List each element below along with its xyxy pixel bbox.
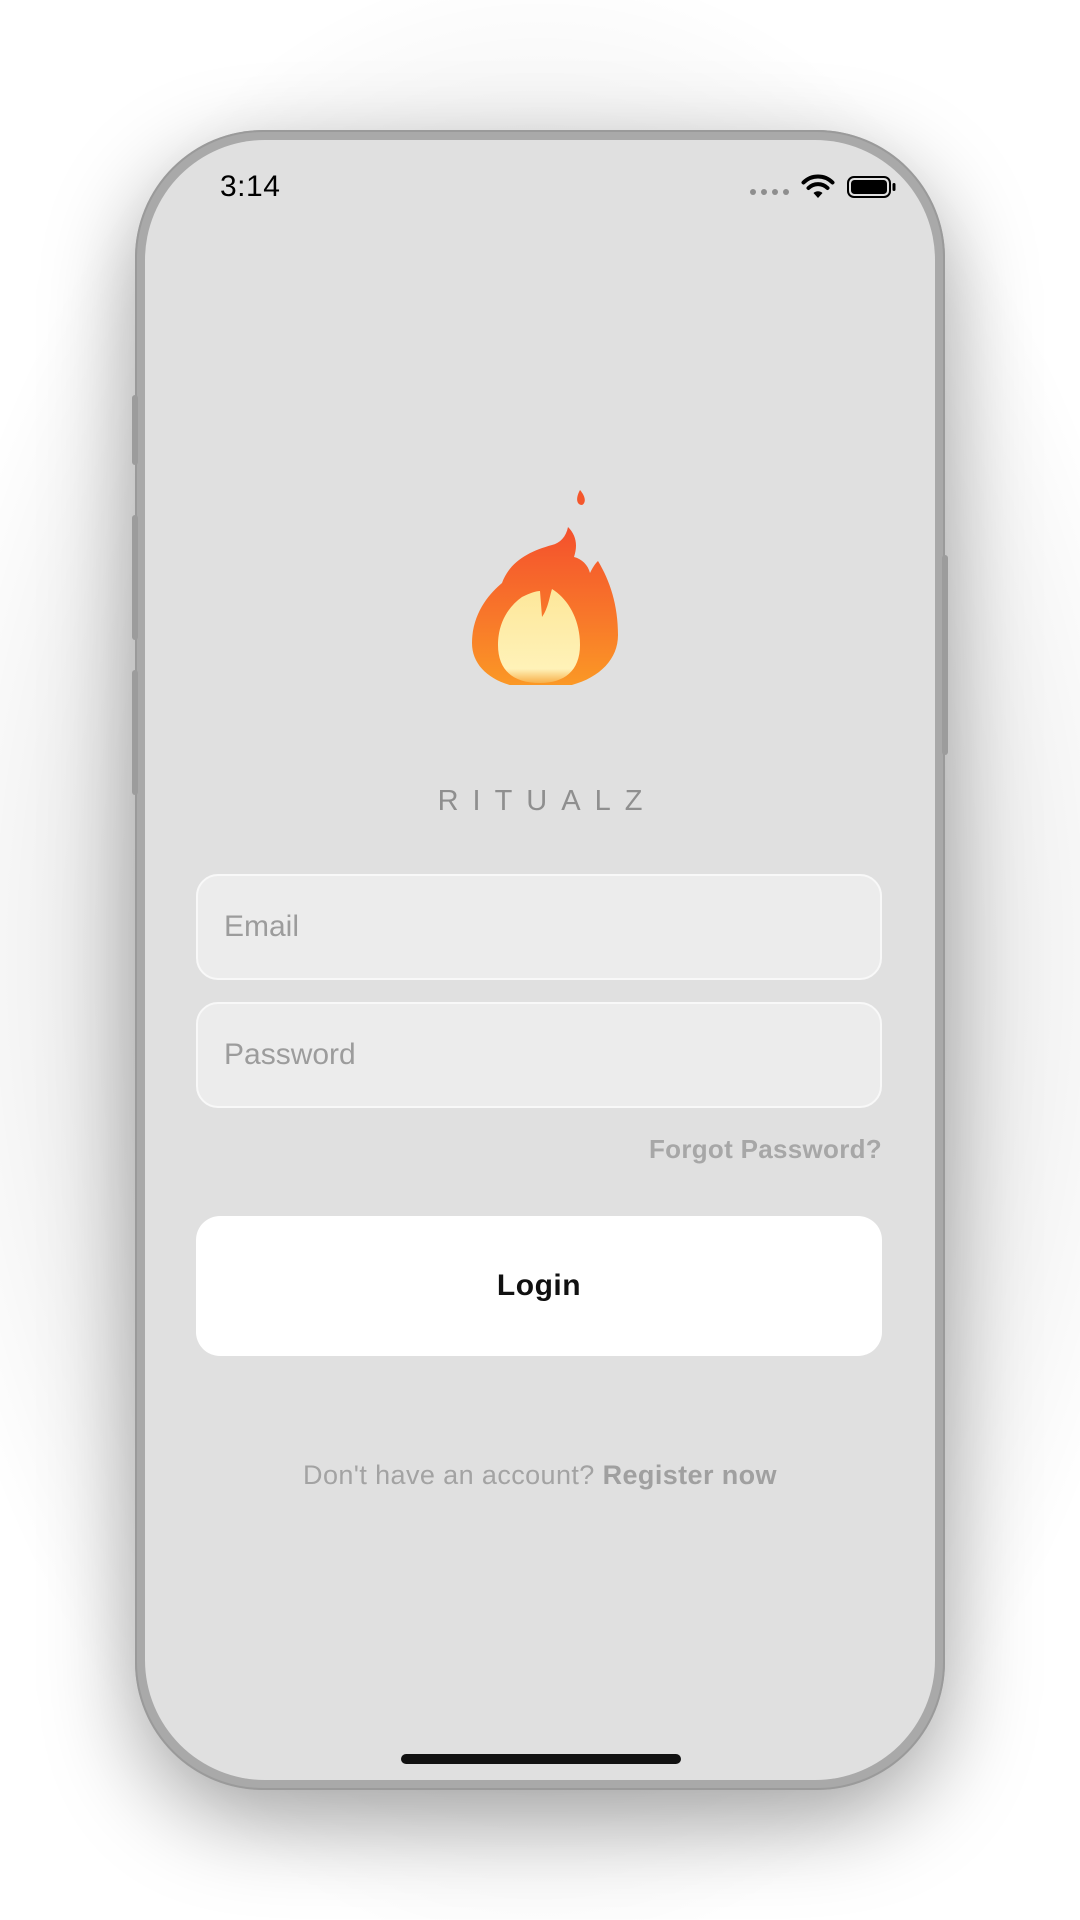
email-field[interactable] (196, 874, 882, 980)
password-field[interactable] (196, 1002, 882, 1108)
email-input[interactable] (222, 909, 880, 945)
status-time: 3:14 (220, 170, 281, 203)
home-indicator[interactable] (401, 1754, 681, 1764)
app-name: RITUALZ (437, 785, 657, 817)
volume-down-button (132, 670, 138, 795)
status-bar: 3:14 (145, 140, 935, 230)
signal-dots-icon (750, 189, 789, 195)
forgot-password-link[interactable]: Forgot Password? (649, 1134, 882, 1165)
fire-icon (472, 490, 618, 685)
status-icons (750, 174, 897, 200)
register-prompt-text: Don't have an account? (303, 1460, 595, 1490)
phone-screen: 3:14 RITUALZ Email Forgot Password? Logi… (145, 140, 935, 1780)
silent-switch (132, 395, 138, 465)
battery-icon (847, 176, 896, 198)
power-button (942, 555, 948, 755)
stage: 3:14 RITUALZ Email Forgot Password? Logi… (0, 0, 1080, 1920)
volume-up-button (132, 515, 138, 640)
register-now-link[interactable]: Register now (603, 1460, 777, 1490)
password-input[interactable] (222, 1037, 880, 1073)
wifi-icon (801, 174, 835, 198)
register-prompt: Don't have an account? Register now (145, 1460, 935, 1491)
login-button[interactable]: Login (196, 1216, 882, 1356)
